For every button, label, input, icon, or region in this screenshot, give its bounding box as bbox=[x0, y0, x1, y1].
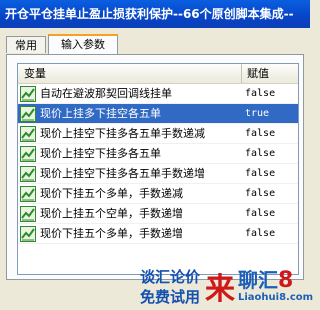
table-row[interactable]: 现价上挂五个空单，手数递增 false bbox=[18, 204, 298, 224]
grid-header: 变量 赋值 bbox=[18, 64, 298, 84]
parameter-name: 现价下挂五个多单，手数递减 bbox=[40, 187, 183, 200]
parameter-icon bbox=[20, 86, 36, 102]
watermark-logo: 聊汇8 bbox=[238, 264, 293, 293]
watermark-line1: 谈汇论价 bbox=[140, 268, 201, 286]
table-row[interactable]: 现价上挂空下挂多各五单手数递减 false bbox=[18, 124, 298, 144]
watermark-logo-text: 聊汇 bbox=[238, 268, 278, 292]
watermark-url: Liaohui8.com bbox=[238, 292, 314, 303]
parameter-icon bbox=[20, 186, 36, 202]
parameter-icon bbox=[20, 106, 36, 122]
tab-input-params[interactable]: 输入参数 bbox=[48, 34, 118, 54]
parameter-icon bbox=[20, 146, 36, 162]
parameter-name: 现价上挂空下挂多各五单手数递减 bbox=[40, 127, 205, 140]
parameter-name: 自动在避波那契回调线挂单 bbox=[40, 87, 172, 100]
parameter-name: 现价上挂空下挂多各五单 bbox=[40, 147, 161, 160]
parameter-value[interactable]: false bbox=[245, 84, 275, 104]
parameter-value[interactable]: false bbox=[245, 124, 275, 144]
column-header-value[interactable]: 赋值 bbox=[243, 64, 298, 83]
table-row[interactable]: 现价上挂多下挂空各五单 true bbox=[18, 104, 298, 124]
parameter-name: 现价上挂五个空单，手数递增 bbox=[40, 207, 183, 220]
parameter-name: 现价上挂空下挂多各五单手数递增 bbox=[40, 167, 205, 180]
parameter-grid: 变量 赋值 自动在避波那契回调线挂单 false 现价上挂多下挂空各五单 true 现价… bbox=[17, 63, 299, 275]
watermark-logo-lai: 来 bbox=[205, 272, 235, 307]
watermark-logo-8: 8 bbox=[278, 268, 294, 293]
parameter-icon bbox=[20, 206, 36, 222]
parameter-value[interactable]: false bbox=[245, 224, 275, 244]
table-row[interactable]: 现价上挂空下挂多各五单 false bbox=[18, 144, 298, 164]
parameter-value[interactable]: false bbox=[245, 144, 275, 164]
table-row[interactable]: 现价下挂五个多单，手数递增 false bbox=[18, 224, 298, 244]
parameter-name: 现价下挂五个多单，手数递增 bbox=[40, 227, 183, 240]
parameter-name: 现价上挂多下挂空各五单 bbox=[40, 107, 161, 120]
table-row[interactable]: 现价上挂空下挂多各五单手数递增 false bbox=[18, 164, 298, 184]
parameter-value[interactable]: false bbox=[245, 184, 275, 204]
parameter-icon bbox=[20, 166, 36, 182]
parameter-value[interactable]: false bbox=[245, 204, 275, 224]
table-row[interactable]: 自动在避波那契回调线挂单 false bbox=[18, 84, 298, 104]
tab-panel: 变量 赋值 自动在避波那契回调线挂单 false 现价上挂多下挂空各五单 true 现价… bbox=[6, 54, 304, 280]
parameter-value[interactable]: false bbox=[245, 164, 275, 184]
tab-strip: 常用 输入参数 bbox=[0, 34, 310, 54]
column-header-variable[interactable]: 变量 bbox=[18, 64, 242, 83]
parameter-icon bbox=[20, 226, 36, 242]
watermark-line2: 免费试用 bbox=[140, 288, 201, 306]
parameter-value[interactable]: true bbox=[245, 104, 269, 124]
tab-common[interactable]: 常用 bbox=[6, 36, 46, 53]
table-row[interactable]: 现价下挂五个多单，手数递减 false bbox=[18, 184, 298, 204]
parameter-icon bbox=[20, 126, 36, 142]
window-title: 开仓平仓挂单止盈止损获利保护--66个原创脚本集成-- bbox=[0, 0, 310, 28]
